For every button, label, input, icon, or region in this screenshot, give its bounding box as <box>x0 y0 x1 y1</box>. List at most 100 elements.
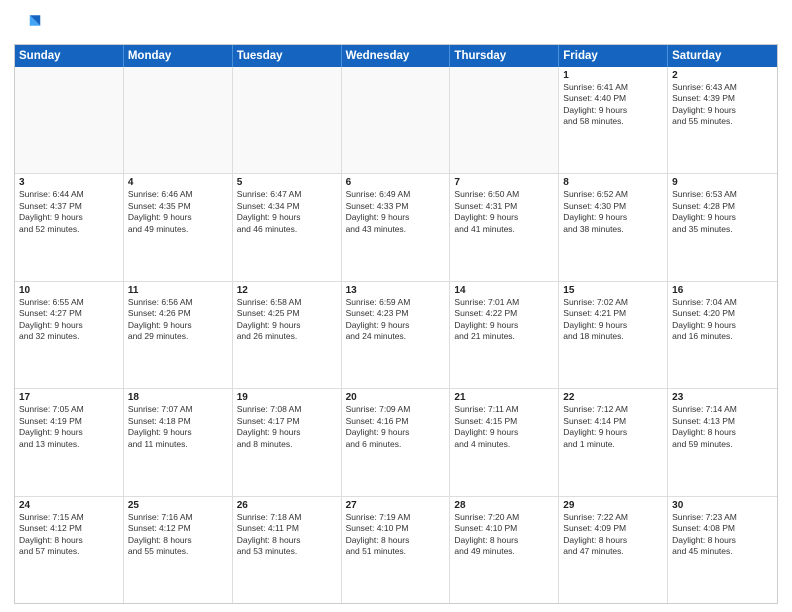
day-cell-10: 10Sunrise: 6:55 AM Sunset: 4:27 PM Dayli… <box>15 282 124 388</box>
day-cell-25: 25Sunrise: 7:16 AM Sunset: 4:12 PM Dayli… <box>124 497 233 603</box>
day-cell-13: 13Sunrise: 6:59 AM Sunset: 4:23 PM Dayli… <box>342 282 451 388</box>
day-number: 19 <box>237 392 337 403</box>
day-info: Sunrise: 6:56 AM Sunset: 4:26 PM Dayligh… <box>128 297 228 343</box>
day-cell-7: 7Sunrise: 6:50 AM Sunset: 4:31 PM Daylig… <box>450 174 559 280</box>
day-info: Sunrise: 7:05 AM Sunset: 4:19 PM Dayligh… <box>19 404 119 450</box>
calendar-row-1: 3Sunrise: 6:44 AM Sunset: 4:37 PM Daylig… <box>15 174 777 281</box>
day-number: 5 <box>237 177 337 188</box>
day-info: Sunrise: 6:46 AM Sunset: 4:35 PM Dayligh… <box>128 189 228 235</box>
day-cell-4: 4Sunrise: 6:46 AM Sunset: 4:35 PM Daylig… <box>124 174 233 280</box>
day-cell-20: 20Sunrise: 7:09 AM Sunset: 4:16 PM Dayli… <box>342 389 451 495</box>
day-cell-9: 9Sunrise: 6:53 AM Sunset: 4:28 PM Daylig… <box>668 174 777 280</box>
day-number: 22 <box>563 392 663 403</box>
day-number: 24 <box>19 500 119 511</box>
day-info: Sunrise: 7:11 AM Sunset: 4:15 PM Dayligh… <box>454 404 554 450</box>
empty-cell-0-1 <box>124 67 233 173</box>
day-cell-28: 28Sunrise: 7:20 AM Sunset: 4:10 PM Dayli… <box>450 497 559 603</box>
day-number: 11 <box>128 285 228 296</box>
calendar-row-3: 17Sunrise: 7:05 AM Sunset: 4:19 PM Dayli… <box>15 389 777 496</box>
day-info: Sunrise: 7:15 AM Sunset: 4:12 PM Dayligh… <box>19 512 119 558</box>
day-number: 29 <box>563 500 663 511</box>
calendar-row-0: 1Sunrise: 6:41 AM Sunset: 4:40 PM Daylig… <box>15 67 777 174</box>
day-cell-19: 19Sunrise: 7:08 AM Sunset: 4:17 PM Dayli… <box>233 389 342 495</box>
day-info: Sunrise: 7:23 AM Sunset: 4:08 PM Dayligh… <box>672 512 773 558</box>
day-number: 28 <box>454 500 554 511</box>
weekday-header-thursday: Thursday <box>450 45 559 67</box>
day-info: Sunrise: 6:59 AM Sunset: 4:23 PM Dayligh… <box>346 297 446 343</box>
day-info: Sunrise: 7:14 AM Sunset: 4:13 PM Dayligh… <box>672 404 773 450</box>
day-cell-29: 29Sunrise: 7:22 AM Sunset: 4:09 PM Dayli… <box>559 497 668 603</box>
day-number: 30 <box>672 500 773 511</box>
day-info: Sunrise: 6:58 AM Sunset: 4:25 PM Dayligh… <box>237 297 337 343</box>
day-number: 9 <box>672 177 773 188</box>
day-number: 4 <box>128 177 228 188</box>
page: SundayMondayTuesdayWednesdayThursdayFrid… <box>0 0 792 612</box>
day-cell-24: 24Sunrise: 7:15 AM Sunset: 4:12 PM Dayli… <box>15 497 124 603</box>
weekday-header-sunday: Sunday <box>15 45 124 67</box>
day-number: 8 <box>563 177 663 188</box>
day-number: 27 <box>346 500 446 511</box>
weekday-header-tuesday: Tuesday <box>233 45 342 67</box>
day-cell-26: 26Sunrise: 7:18 AM Sunset: 4:11 PM Dayli… <box>233 497 342 603</box>
calendar: SundayMondayTuesdayWednesdayThursdayFrid… <box>14 44 778 604</box>
logo <box>14 10 44 38</box>
day-cell-6: 6Sunrise: 6:49 AM Sunset: 4:33 PM Daylig… <box>342 174 451 280</box>
day-number: 15 <box>563 285 663 296</box>
weekday-header-friday: Friday <box>559 45 668 67</box>
day-number: 13 <box>346 285 446 296</box>
weekday-header-wednesday: Wednesday <box>342 45 451 67</box>
day-cell-21: 21Sunrise: 7:11 AM Sunset: 4:15 PM Dayli… <box>450 389 559 495</box>
day-info: Sunrise: 7:02 AM Sunset: 4:21 PM Dayligh… <box>563 297 663 343</box>
day-cell-15: 15Sunrise: 7:02 AM Sunset: 4:21 PM Dayli… <box>559 282 668 388</box>
day-cell-18: 18Sunrise: 7:07 AM Sunset: 4:18 PM Dayli… <box>124 389 233 495</box>
day-info: Sunrise: 7:22 AM Sunset: 4:09 PM Dayligh… <box>563 512 663 558</box>
calendar-header: SundayMondayTuesdayWednesdayThursdayFrid… <box>15 45 777 67</box>
day-cell-5: 5Sunrise: 6:47 AM Sunset: 4:34 PM Daylig… <box>233 174 342 280</box>
calendar-row-4: 24Sunrise: 7:15 AM Sunset: 4:12 PM Dayli… <box>15 497 777 603</box>
day-info: Sunrise: 7:19 AM Sunset: 4:10 PM Dayligh… <box>346 512 446 558</box>
day-cell-3: 3Sunrise: 6:44 AM Sunset: 4:37 PM Daylig… <box>15 174 124 280</box>
day-number: 14 <box>454 285 554 296</box>
day-number: 26 <box>237 500 337 511</box>
empty-cell-0-0 <box>15 67 124 173</box>
day-info: Sunrise: 6:41 AM Sunset: 4:40 PM Dayligh… <box>563 82 663 128</box>
day-info: Sunrise: 7:18 AM Sunset: 4:11 PM Dayligh… <box>237 512 337 558</box>
day-number: 3 <box>19 177 119 188</box>
day-number: 25 <box>128 500 228 511</box>
day-info: Sunrise: 6:44 AM Sunset: 4:37 PM Dayligh… <box>19 189 119 235</box>
calendar-row-2: 10Sunrise: 6:55 AM Sunset: 4:27 PM Dayli… <box>15 282 777 389</box>
day-cell-8: 8Sunrise: 6:52 AM Sunset: 4:30 PM Daylig… <box>559 174 668 280</box>
empty-cell-0-2 <box>233 67 342 173</box>
day-cell-12: 12Sunrise: 6:58 AM Sunset: 4:25 PM Dayli… <box>233 282 342 388</box>
weekday-header-monday: Monday <box>124 45 233 67</box>
day-info: Sunrise: 7:07 AM Sunset: 4:18 PM Dayligh… <box>128 404 228 450</box>
day-number: 18 <box>128 392 228 403</box>
logo-icon <box>14 10 42 38</box>
day-info: Sunrise: 7:08 AM Sunset: 4:17 PM Dayligh… <box>237 404 337 450</box>
day-info: Sunrise: 6:47 AM Sunset: 4:34 PM Dayligh… <box>237 189 337 235</box>
day-cell-23: 23Sunrise: 7:14 AM Sunset: 4:13 PM Dayli… <box>668 389 777 495</box>
day-info: Sunrise: 7:09 AM Sunset: 4:16 PM Dayligh… <box>346 404 446 450</box>
day-cell-22: 22Sunrise: 7:12 AM Sunset: 4:14 PM Dayli… <box>559 389 668 495</box>
day-number: 21 <box>454 392 554 403</box>
day-info: Sunrise: 6:53 AM Sunset: 4:28 PM Dayligh… <box>672 189 773 235</box>
day-cell-11: 11Sunrise: 6:56 AM Sunset: 4:26 PM Dayli… <box>124 282 233 388</box>
day-cell-2: 2Sunrise: 6:43 AM Sunset: 4:39 PM Daylig… <box>668 67 777 173</box>
empty-cell-0-4 <box>450 67 559 173</box>
day-info: Sunrise: 7:12 AM Sunset: 4:14 PM Dayligh… <box>563 404 663 450</box>
weekday-header-saturday: Saturday <box>668 45 777 67</box>
day-cell-17: 17Sunrise: 7:05 AM Sunset: 4:19 PM Dayli… <box>15 389 124 495</box>
day-number: 17 <box>19 392 119 403</box>
day-number: 1 <box>563 70 663 81</box>
day-info: Sunrise: 6:50 AM Sunset: 4:31 PM Dayligh… <box>454 189 554 235</box>
day-number: 20 <box>346 392 446 403</box>
day-cell-27: 27Sunrise: 7:19 AM Sunset: 4:10 PM Dayli… <box>342 497 451 603</box>
day-number: 23 <box>672 392 773 403</box>
day-info: Sunrise: 6:49 AM Sunset: 4:33 PM Dayligh… <box>346 189 446 235</box>
day-cell-1: 1Sunrise: 6:41 AM Sunset: 4:40 PM Daylig… <box>559 67 668 173</box>
day-info: Sunrise: 6:55 AM Sunset: 4:27 PM Dayligh… <box>19 297 119 343</box>
day-number: 16 <box>672 285 773 296</box>
day-number: 12 <box>237 285 337 296</box>
day-info: Sunrise: 7:20 AM Sunset: 4:10 PM Dayligh… <box>454 512 554 558</box>
day-info: Sunrise: 7:04 AM Sunset: 4:20 PM Dayligh… <box>672 297 773 343</box>
